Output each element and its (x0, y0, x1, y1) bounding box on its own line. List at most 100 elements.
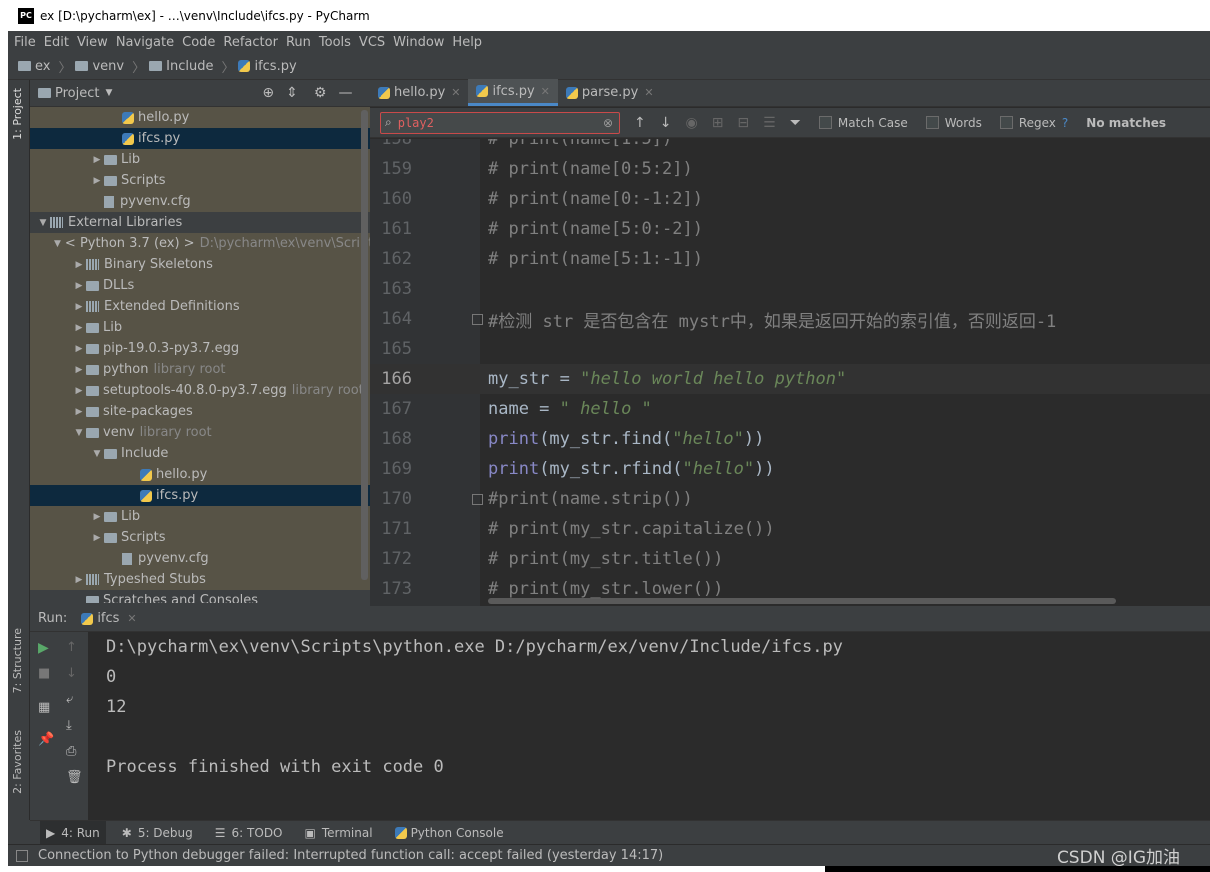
menu-navigate[interactable]: Navigate (116, 35, 174, 50)
breadcrumb-include[interactable]: Include (149, 59, 213, 74)
code-line[interactable]: 166 my_str = "hello world hello python" (370, 364, 1210, 394)
chevron-right-icon[interactable]: ▶ (72, 323, 86, 333)
tree-item[interactable]: pyvenv.cfg (30, 548, 370, 569)
regex-option[interactable]: Regex? (999, 116, 1068, 130)
code-line[interactable]: 159 # print(name[0:5:2]) (370, 154, 1210, 184)
tree-scrollbar[interactable] (361, 110, 368, 580)
chevron-right-icon[interactable]: ▶ (72, 344, 86, 354)
tab-parse-py[interactable]: parse.py ✕ (558, 79, 662, 106)
tree-item[interactable]: ifcs.py (30, 128, 370, 149)
status-toggle-icon[interactable] (16, 849, 28, 862)
tool-tab-structure[interactable]: 7: Structure (11, 628, 24, 693)
tool-tab-todo[interactable]: ☰ 6: TODO (209, 821, 289, 845)
tree-item[interactable]: ▼ Include (30, 443, 370, 464)
code-line[interactable]: 169 print(my_str.rfind("hello")) (370, 454, 1210, 484)
menu-refactor[interactable]: Refactor (223, 35, 278, 50)
tab-hello-py[interactable]: hello.py ✕ (370, 79, 468, 106)
fold-marker-icon[interactable] (472, 313, 483, 325)
soft-wrap-icon[interactable]: ⤶ (66, 692, 73, 707)
tree-item[interactable]: ▶ Extended Definitions (30, 296, 370, 317)
select-all-occurrences-icon[interactable]: ☰ (763, 115, 776, 131)
menu-vcs[interactable]: VCS (359, 35, 385, 50)
menu-view[interactable]: View (77, 35, 108, 50)
code-line[interactable]: 165 (370, 334, 1210, 364)
menu-help[interactable]: Help (452, 35, 482, 50)
pin-icon[interactable]: 📌 (38, 732, 54, 747)
close-icon[interactable]: ✕ (451, 86, 460, 99)
tree-item[interactable]: Scratches and Consoles (30, 590, 370, 603)
chevron-down-icon[interactable]: ▼ (90, 449, 104, 459)
code-line[interactable]: 162 # print(name[5:1:-1]) (370, 244, 1210, 274)
unselect-occurrence-icon[interactable]: ⊟ (737, 115, 749, 131)
close-icon[interactable]: ✕ (541, 85, 550, 98)
previous-occurrence-icon[interactable]: ↑ (634, 115, 646, 131)
tree-item[interactable]: ▶ site-packages (30, 401, 370, 422)
code-line[interactable]: 161 # print(name[5:0:-2]) (370, 214, 1210, 244)
tree-item[interactable]: ▼ venv library root (30, 422, 370, 443)
find-input[interactable]: ⌕ play2 ⊗ (380, 111, 620, 134)
tool-tab-debug[interactable]: ✱ 5: Debug (116, 821, 199, 845)
tree-item[interactable]: hello.py (30, 464, 370, 485)
menu-window[interactable]: Window (393, 35, 444, 50)
locate-icon[interactable]: ⊕ (262, 85, 274, 101)
tree-item[interactable]: ▶ Lib (30, 317, 370, 338)
chevron-down-icon[interactable]: ▼ (54, 239, 61, 249)
tree-item[interactable]: hello.py (30, 107, 370, 128)
rerun-icon[interactable]: ▶ (38, 640, 49, 656)
tree-item[interactable]: ▶ Scripts (30, 170, 370, 191)
breadcrumb-ifcs[interactable]: ifcs.py (238, 59, 297, 74)
tool-tab-python-console[interactable]: Python Console (389, 821, 510, 845)
tree-item[interactable]: ▼ < Python 3.7 (ex) > D:\pycharm\ex\venv\S… (30, 233, 370, 254)
chevron-down-icon[interactable]: ▼ (105, 88, 112, 98)
clear-icon[interactable]: ⊗ (603, 116, 613, 130)
code-line[interactable]: 168 print(my_str.find("hello")) (370, 424, 1210, 454)
code-line[interactable]: 172 # print(my_str.title()) (370, 544, 1210, 574)
scroll-to-end-icon[interactable]: ⤓ (66, 718, 72, 733)
tree-item[interactable]: ▶ Lib (30, 149, 370, 170)
menu-code[interactable]: Code (182, 35, 215, 50)
code-line[interactable]: 173 # print(my_str.lower()) (370, 574, 1210, 604)
console-output[interactable]: D:\pycharm\ex\venv\Scripts\python.exe D:… (88, 632, 1210, 820)
chevron-right-icon[interactable]: ▶ (72, 365, 86, 375)
tree-item[interactable]: ▶ Typeshed Stubs (30, 569, 370, 590)
tree-item[interactable]: ▶ Scripts (30, 527, 370, 548)
words-checkbox[interactable] (925, 116, 939, 129)
code-line[interactable]: 170 #print(name.strip()) (370, 484, 1210, 514)
add-selection-icon[interactable]: ⊞ (712, 115, 724, 131)
stop-icon[interactable]: ■ (38, 666, 50, 681)
code-line[interactable]: 167 name = " hello " (370, 394, 1210, 424)
tree-item[interactable]: ▼ External Libraries (30, 212, 370, 233)
words-option[interactable]: Words (925, 116, 982, 130)
chevron-right-icon[interactable]: ▶ (72, 302, 86, 312)
next-occurrence-icon[interactable]: ↓ (660, 115, 672, 131)
menu-tools[interactable]: Tools (319, 35, 351, 50)
run-tab-ifcs[interactable]: ifcs ✕ (81, 611, 137, 626)
chevron-right-icon[interactable]: ▶ (90, 533, 104, 543)
chevron-right-icon[interactable]: ▶ (72, 575, 86, 585)
close-icon[interactable]: ✕ (127, 612, 136, 625)
chevron-right-icon[interactable]: ▶ (72, 260, 86, 270)
regex-checkbox[interactable] (999, 116, 1013, 129)
tool-tab-project[interactable]: 1: Project (11, 88, 24, 140)
code-line[interactable]: 160 # print(name[0:-1:2]) (370, 184, 1210, 214)
chevron-right-icon[interactable]: ▶ (72, 386, 86, 396)
print-icon[interactable]: ⎙ (66, 744, 76, 759)
regex-help-link[interactable]: ? (1062, 116, 1068, 130)
breadcrumb-ex[interactable]: ex (18, 59, 50, 74)
menu-edit[interactable]: Edit (44, 35, 69, 50)
chevron-down-icon[interactable]: ▼ (72, 428, 86, 438)
layout-icon[interactable]: ▦ (38, 700, 50, 715)
chevron-right-icon[interactable]: ▶ (72, 407, 86, 417)
tree-item[interactable]: ▶ DLLs (30, 275, 370, 296)
chevron-down-icon[interactable]: ▼ (36, 218, 50, 228)
tree-item[interactable]: ▶ setuptools-40.8.0-py3.7.egg library root (30, 380, 370, 401)
filter-icon[interactable]: ⏷ (790, 115, 801, 131)
gear-icon[interactable]: ⚙ (314, 85, 327, 101)
match-case-checkbox[interactable] (818, 116, 832, 129)
code-line[interactable]: 163 (370, 274, 1210, 304)
tree-item[interactable]: ifcs.py (30, 485, 370, 506)
menu-file[interactable]: File (14, 35, 36, 50)
tree-item[interactable]: ▶ python library root (30, 359, 370, 380)
tree-item[interactable]: ▶ Lib (30, 506, 370, 527)
tree-item[interactable]: ▶ pip-19.0.3-py3.7.egg (30, 338, 370, 359)
